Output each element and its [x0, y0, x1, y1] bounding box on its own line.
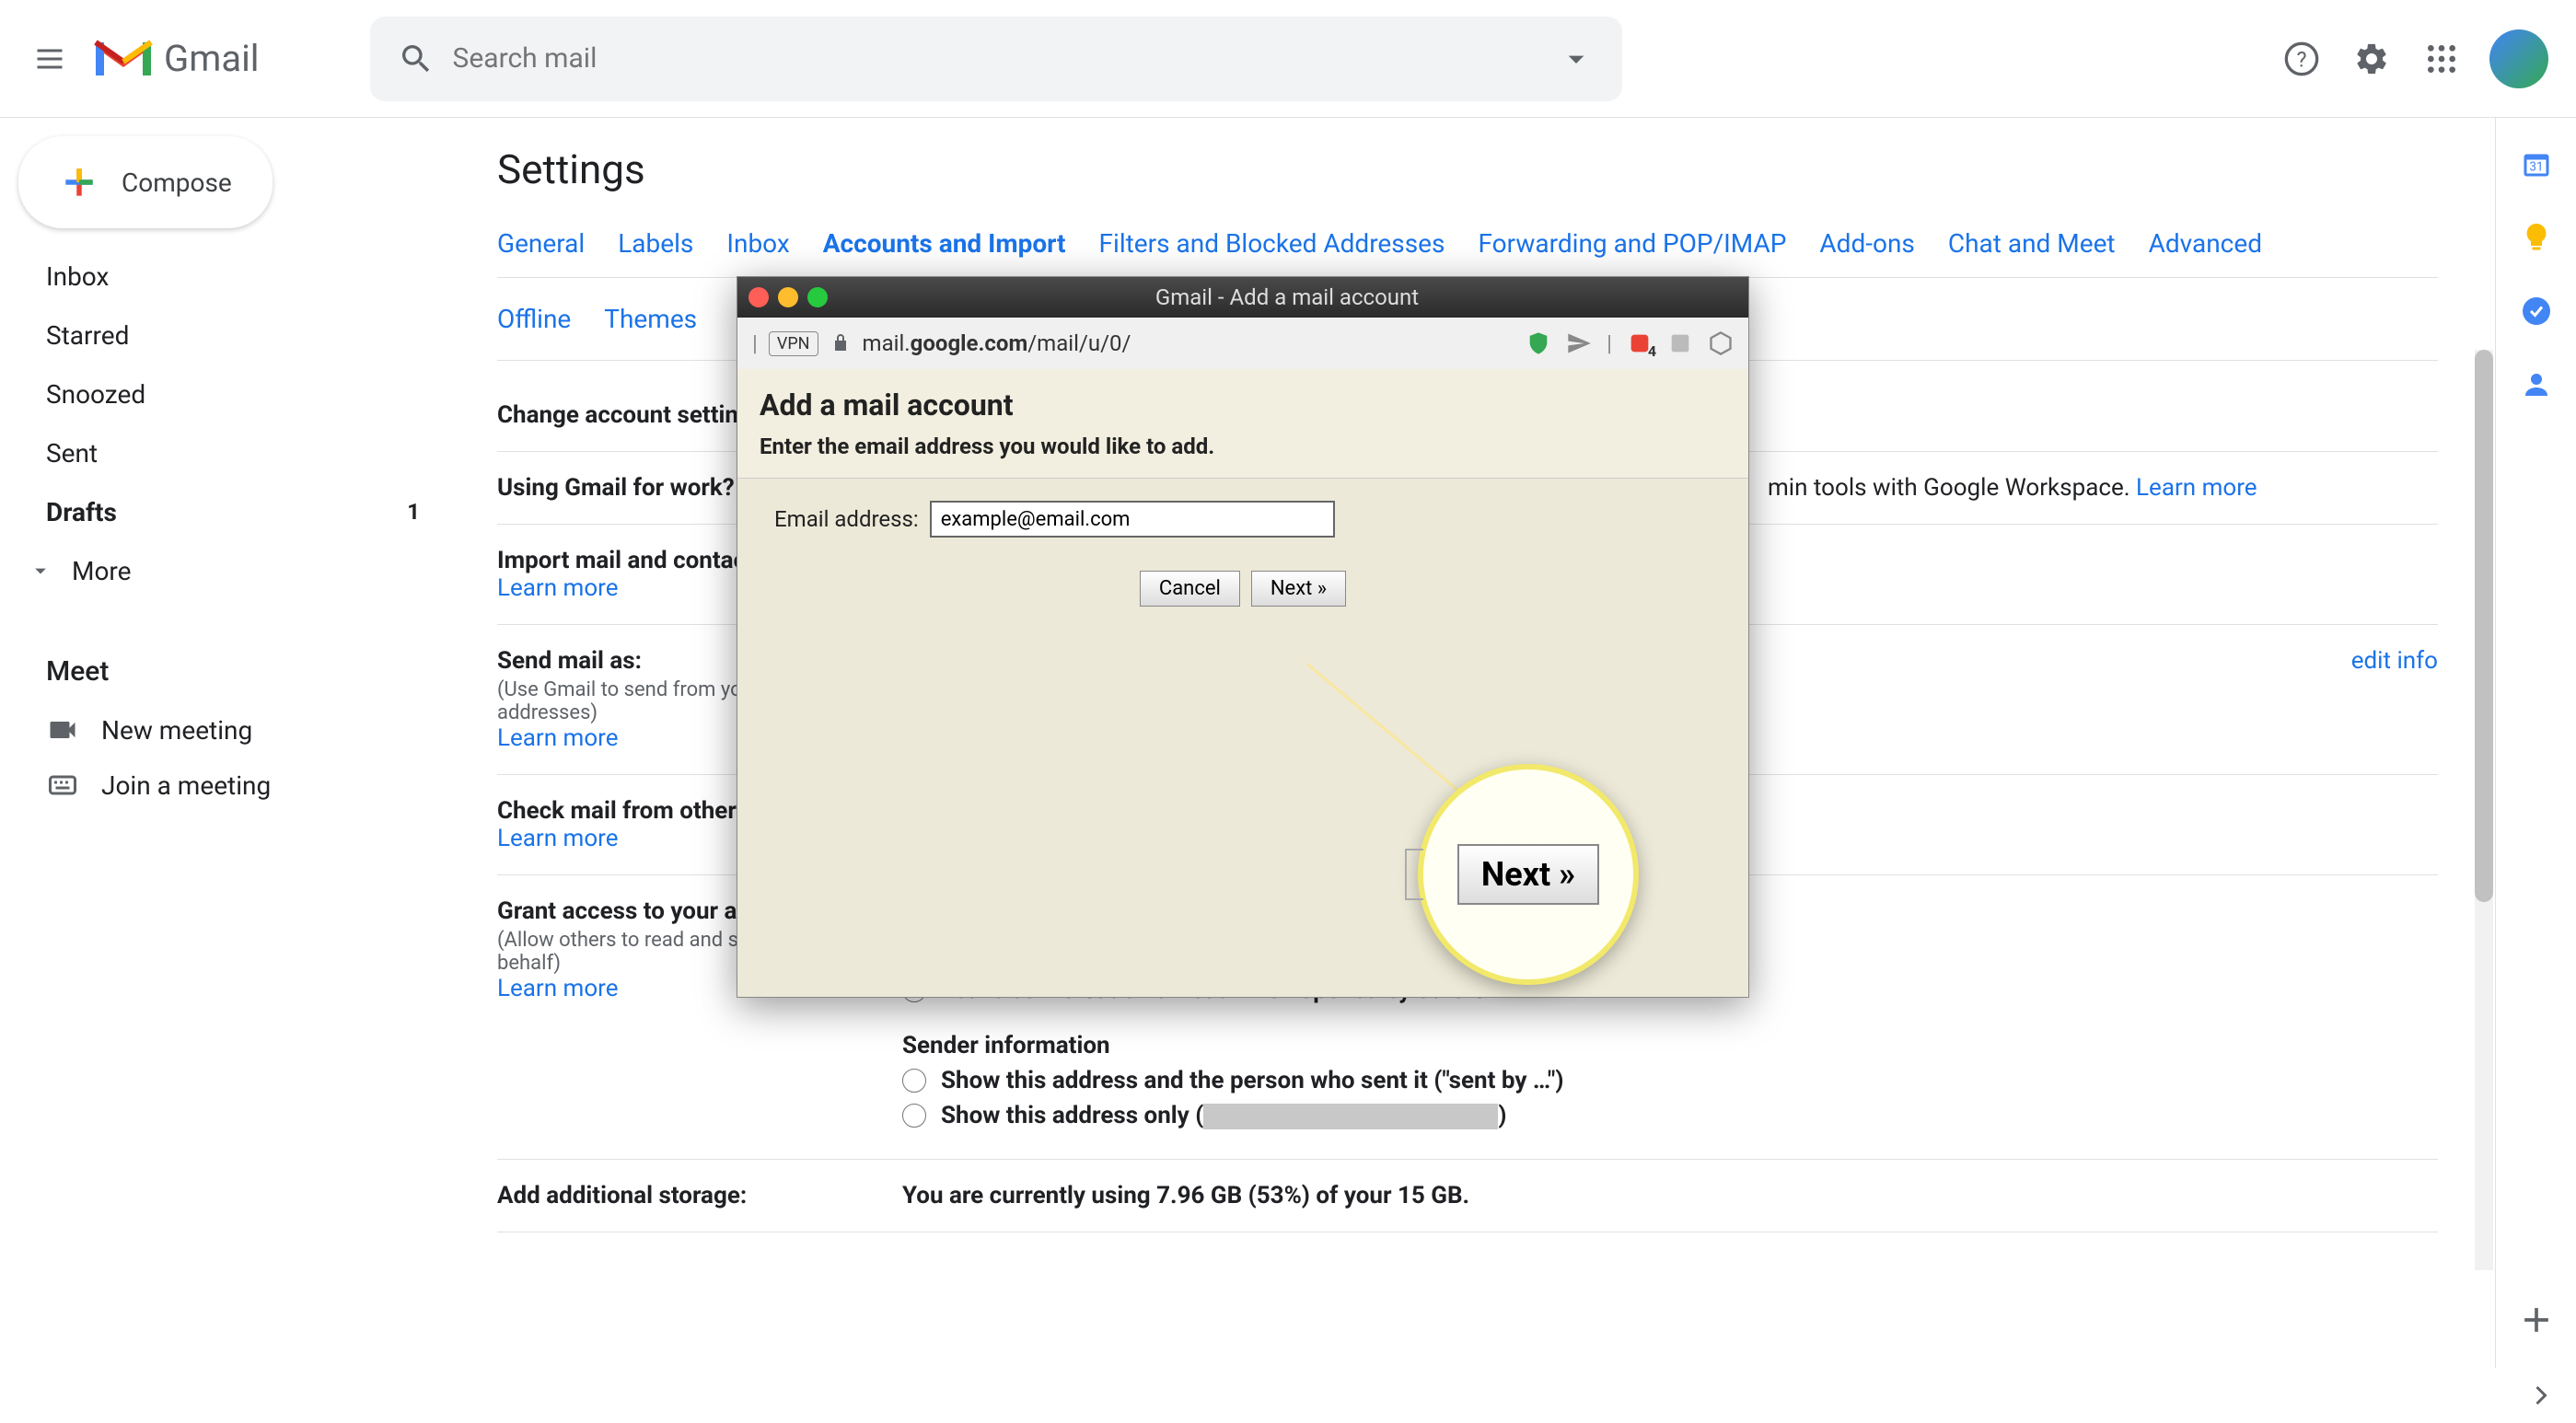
- search-icon: [398, 40, 435, 77]
- header: Gmail ?: [0, 0, 2576, 118]
- plus-icon: [59, 162, 99, 202]
- sidebar-item-sent[interactable]: Sent: [0, 423, 442, 482]
- sidebar-item-starred[interactable]: Starred: [0, 306, 442, 364]
- contacts-icon[interactable]: [2518, 366, 2555, 403]
- gear-icon[interactable]: [2350, 37, 2394, 81]
- tab-labels[interactable]: Labels: [618, 221, 693, 266]
- radio-show-sent-by[interactable]: Show this address and the person who sen…: [902, 1067, 2438, 1094]
- url-text: mail.google.com/mail/u/0/: [863, 330, 1131, 356]
- radio-input[interactable]: [902, 1069, 926, 1093]
- sidebar-item-inbox[interactable]: Inbox: [0, 247, 442, 306]
- dialog-window-title: Gmail - Add a mail account: [837, 284, 1737, 310]
- apps-icon[interactable]: [2419, 37, 2464, 81]
- vpn-badge: VPN: [769, 331, 818, 356]
- sidebar-item-snoozed[interactable]: Snoozed: [0, 364, 442, 423]
- tab-inbox[interactable]: Inbox: [726, 221, 789, 266]
- maximize-icon[interactable]: [807, 287, 828, 307]
- edit-info-link[interactable]: edit info: [2351, 647, 2438, 675]
- header-right: ?: [2280, 29, 2548, 88]
- sidebar-more-button[interactable]: More: [0, 541, 470, 600]
- meet-section: Meet New meeting Join a meeting: [0, 655, 470, 813]
- row-add-storage: Add additional storage: You are currentl…: [497, 1160, 2438, 1232]
- cancel-button[interactable]: Cancel: [1140, 571, 1240, 607]
- send-icon[interactable]: [1566, 330, 1592, 356]
- meet-join-meeting[interactable]: Join a meeting: [46, 758, 470, 813]
- tab-advanced[interactable]: Advanced: [2149, 221, 2262, 266]
- bookmark-icon[interactable]: [1667, 330, 1693, 356]
- meet-heading: Meet: [46, 655, 470, 688]
- search-bar[interactable]: [370, 17, 1622, 101]
- shield-icon[interactable]: [1526, 330, 1551, 356]
- next-button[interactable]: Next »: [1251, 571, 1346, 607]
- chevron-right-icon[interactable]: [2524, 1379, 2558, 1412]
- compose-button[interactable]: Compose: [18, 136, 273, 228]
- svg-text:?: ?: [2296, 46, 2306, 72]
- page-title: Settings: [497, 145, 2438, 193]
- sidebar-item-drafts[interactable]: Drafts 1: [0, 482, 442, 541]
- tab-addons[interactable]: Add-ons: [1819, 221, 1914, 266]
- sidebar: Compose Inbox Starred Snoozed Sent Draft…: [0, 118, 470, 1423]
- svg-text:31: 31: [2529, 160, 2543, 175]
- dialog-heading: Add a mail account: [760, 388, 1726, 422]
- lock-icon: [830, 332, 852, 354]
- video-icon: [46, 713, 79, 746]
- learn-more-link[interactable]: Learn more: [2136, 474, 2257, 502]
- calendar-icon[interactable]: 31: [2518, 145, 2555, 182]
- chevron-down-icon: [28, 558, 53, 584]
- tab-chat-meet[interactable]: Chat and Meet: [1948, 221, 2116, 266]
- gmail-logo[interactable]: Gmail: [90, 34, 260, 84]
- settings-tabs: General Labels Inbox Accounts and Import…: [497, 221, 2438, 278]
- zoom-lens: Next »: [1418, 764, 1639, 985]
- dialog-addressbar: | VPN mail.google.com/mail/u/0/ | 4: [737, 318, 1748, 369]
- sender-info-heading: Sender information: [902, 1032, 2438, 1059]
- minimize-icon[interactable]: [778, 287, 798, 307]
- dialog-header: Add a mail account Enter the email addre…: [737, 369, 1748, 478]
- tab-forwarding[interactable]: Forwarding and POP/IMAP: [1478, 221, 1786, 266]
- search-options-icon[interactable]: [1558, 40, 1595, 77]
- vertical-scrollbar[interactable]: [2475, 350, 2493, 1270]
- dialog-titlebar[interactable]: Gmail - Add a mail account: [737, 277, 1748, 318]
- keyboard-icon: [46, 769, 79, 802]
- storage-usage: You are currently using 7.96 GB (53%) of…: [902, 1182, 2438, 1209]
- keep-icon[interactable]: [2518, 219, 2555, 256]
- menu-icon[interactable]: [28, 37, 72, 81]
- tab-themes[interactable]: Themes: [604, 296, 697, 341]
- add-panel-icon[interactable]: [2516, 1300, 2557, 1340]
- gmail-logo-icon: [90, 34, 157, 84]
- close-icon[interactable]: [748, 287, 769, 307]
- notification-icon[interactable]: 4: [1627, 330, 1653, 356]
- scrollbar-thumb[interactable]: [2475, 350, 2493, 902]
- avatar[interactable]: [2489, 29, 2548, 88]
- product-name: Gmail: [164, 37, 260, 80]
- tab-general[interactable]: General: [497, 221, 585, 266]
- tasks-icon[interactable]: [2518, 293, 2555, 330]
- help-icon[interactable]: ?: [2280, 37, 2324, 81]
- right-panel: 31: [2495, 118, 2576, 1368]
- tab-offline[interactable]: Offline: [497, 296, 571, 341]
- radio-input[interactable]: [902, 1104, 926, 1128]
- dialog-subheading: Enter the email address you would like t…: [760, 434, 1726, 459]
- search-input[interactable]: [453, 42, 1558, 75]
- meet-new-meeting[interactable]: New meeting: [46, 702, 470, 758]
- email-address-label: Email address:: [774, 506, 919, 532]
- redacted-email: [1203, 1104, 1498, 1129]
- drafts-count: 1: [407, 499, 420, 525]
- tab-accounts-import[interactable]: Accounts and Import: [823, 221, 1066, 266]
- compose-label: Compose: [122, 168, 232, 198]
- tab-filters[interactable]: Filters and Blocked Addresses: [1099, 221, 1445, 266]
- radio-show-only[interactable]: Show this address only (): [902, 1102, 2438, 1129]
- email-address-input[interactable]: [930, 501, 1335, 538]
- next-button-zoomed[interactable]: Next »: [1457, 844, 1599, 905]
- package-icon[interactable]: [1708, 330, 1734, 356]
